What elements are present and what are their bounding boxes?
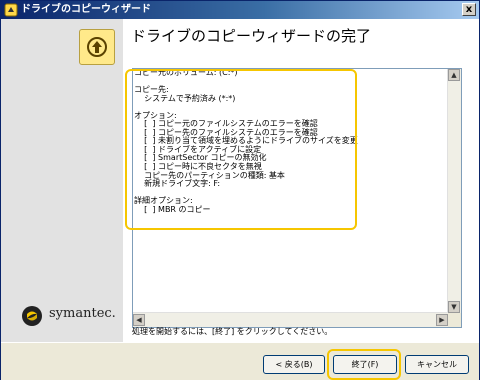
window-title: ドライブのコピーウィザード xyxy=(21,4,151,15)
symantec-logo-icon xyxy=(22,306,42,326)
vertical-scrollbar[interactable]: ▲ ▼ xyxy=(447,69,461,313)
drive-copy-icon xyxy=(87,37,107,57)
scroll-right-icon[interactable]: ▶ xyxy=(436,314,448,326)
cancel-button[interactable]: キャンセル xyxy=(405,355,469,374)
symantec-logo: symantec. xyxy=(21,305,121,329)
summary-textbox[interactable]: コピー元のボリューム: (C:*) コピー先: システムで予約済み (*:*) … xyxy=(132,68,462,328)
scroll-down-icon[interactable]: ▼ xyxy=(448,301,460,313)
scroll-up-icon[interactable]: ▲ xyxy=(448,69,460,81)
page-title: ドライブのコピーウィザードの完了 xyxy=(131,27,372,45)
summary-text: コピー元のボリューム: (C:*) コピー先: システムで予約済み (*:*) … xyxy=(134,69,358,214)
scroll-left-icon[interactable]: ◀ xyxy=(133,314,145,326)
back-button[interactable]: < 戻る(B) xyxy=(263,355,325,374)
wizard-logo-icon xyxy=(79,29,115,65)
left-banner: symantec. xyxy=(1,19,123,342)
app-icon xyxy=(4,3,18,17)
close-button[interactable]: x xyxy=(462,3,476,16)
horizontal-scrollbar[interactable]: ◀ ▶ xyxy=(133,312,448,327)
scrollbar-corner xyxy=(448,313,461,327)
content-panel: ドライブのコピーウィザードの完了 コピー元のボリューム: (C:*) コピー先:… xyxy=(123,19,479,342)
button-bar: < 戻る(B) 終了(F) キャンセル xyxy=(1,342,479,380)
title-bar[interactable]: ドライブのコピーウィザード x xyxy=(1,1,479,19)
finish-button[interactable]: 終了(F) xyxy=(333,355,397,374)
brand-name: symantec. xyxy=(49,306,116,321)
hint-text: 処理を開始するには、[終了] をクリックしてください。 xyxy=(132,327,333,336)
wizard-window: ドライブのコピーウィザード x symantec. ドライブのコピーウィザードの… xyxy=(0,0,480,380)
